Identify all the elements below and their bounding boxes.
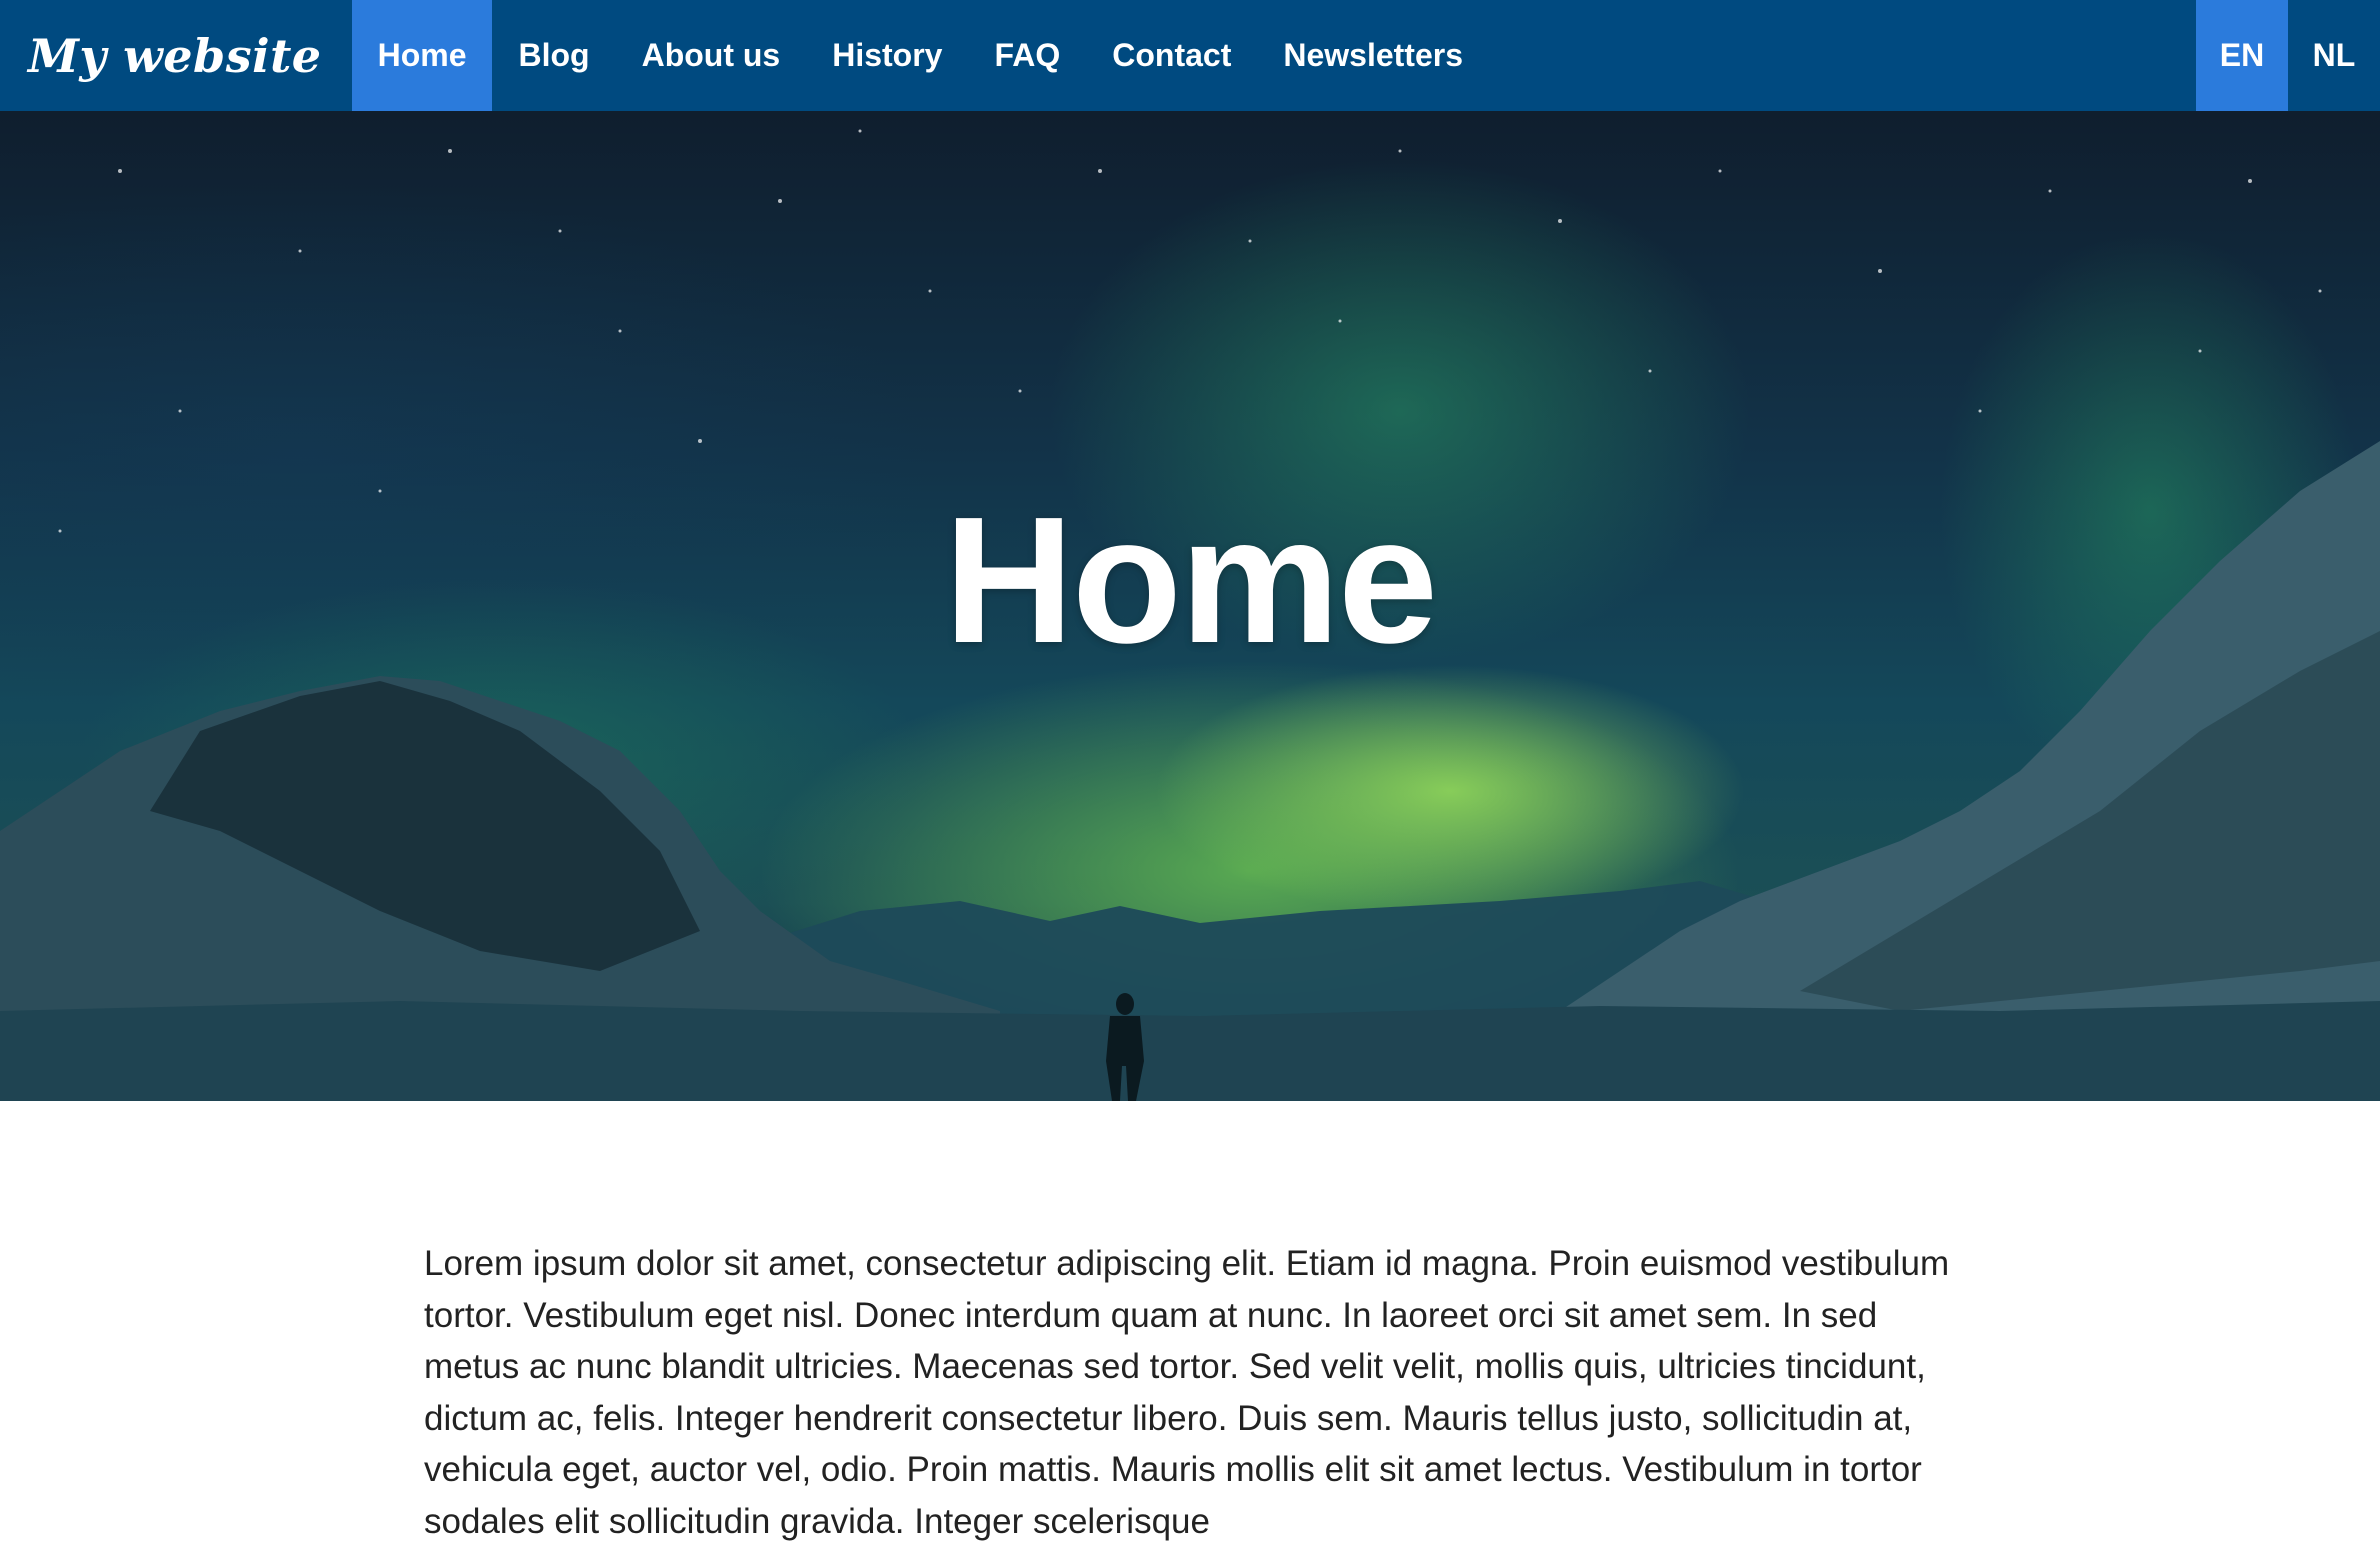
- nav-item-home[interactable]: Home: [351, 0, 493, 111]
- nav-item-contact[interactable]: Contact: [1086, 0, 1257, 111]
- nav-item-about-us[interactable]: About us: [616, 0, 807, 111]
- hero-title: Home: [943, 480, 1438, 681]
- nav-item-faq[interactable]: FAQ: [968, 0, 1086, 111]
- nav-item-blog[interactable]: Blog: [492, 0, 615, 111]
- brand-logo-link[interactable]: My website: [0, 0, 352, 111]
- main-content: Lorem ipsum dolor sit amet, consectetur …: [424, 1238, 1954, 1547]
- content-paragraph: Lorem ipsum dolor sit amet, consectetur …: [424, 1244, 1950, 1541]
- nav-item-history[interactable]: History: [806, 0, 968, 111]
- language-nl-link[interactable]: NL: [2288, 0, 2380, 111]
- right-mountain-shadow: [1800, 631, 2380, 1011]
- hero-banner: Home: [0, 111, 2380, 1101]
- snow-ground: [0, 1001, 2380, 1101]
- language-switcher: EN NL: [2196, 0, 2380, 111]
- top-navbar: My website Home Blog About us History FA…: [0, 0, 2380, 111]
- main-nav-menu: Home Blog About us History FAQ Contact N…: [351, 0, 1489, 111]
- nav-item-newsletters[interactable]: Newsletters: [1257, 0, 1489, 111]
- stars: [58, 129, 2322, 533]
- language-en-link[interactable]: EN: [2196, 0, 2288, 111]
